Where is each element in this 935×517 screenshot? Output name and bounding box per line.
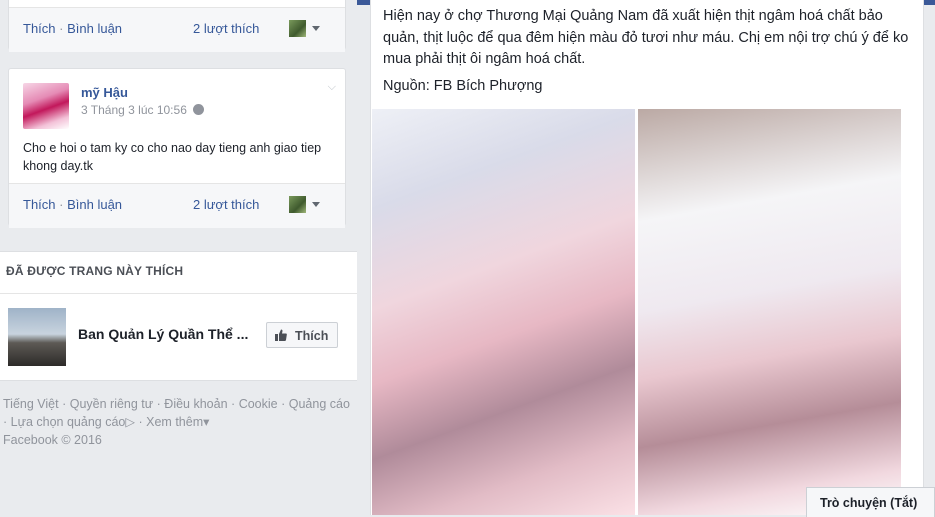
liked-page-thumbnail[interactable] [8, 308, 66, 366]
footer-link-ad-choices[interactable]: Lựa chọn quảng cáo [11, 415, 126, 429]
thumbs-up-icon [275, 329, 287, 341]
post-action-links: Thích · Bình luận [23, 197, 122, 212]
post-action-links: Thích · Bình luận [23, 21, 122, 36]
page-avatar-small[interactable] [289, 196, 306, 213]
chevron-down-icon[interactable] [312, 202, 320, 207]
separator-dot: · [156, 397, 161, 411]
page-avatar-small[interactable] [289, 20, 306, 37]
post-timestamp[interactable]: 3 Tháng 3 lúc 10:56 [81, 103, 205, 117]
likes-count-link[interactable]: 2 lượt thích [193, 21, 259, 36]
footer-link-language[interactable]: Tiếng Việt [3, 397, 59, 411]
timestamp-text: 3 Tháng 3 lúc 10:56 [81, 103, 187, 117]
author-name[interactable]: mỹ Hậu [81, 85, 128, 100]
footer-link-terms[interactable]: Điều khoản [164, 397, 227, 411]
liked-page-name[interactable]: Ban Quản Lý Quần Thể ... [78, 326, 248, 342]
footer-copyright: Facebook © 2016 [3, 433, 102, 447]
globe-icon [193, 104, 205, 115]
post-action-row: Thích · Bình luận 2 lượt thích [9, 183, 345, 228]
main-post-text: Hiện nay ở chợ Thương Mại Quảng Nam đã x… [383, 8, 909, 67]
liked-pages-heading: ĐÃ ĐƯỢC TRANG NÀY THÍCH [6, 264, 184, 278]
separator-dot: · [59, 197, 64, 212]
footer-links: Tiếng Việt · Quyền riêng tư · Điều khoản… [3, 395, 353, 449]
footer-link-cookie[interactable]: Cookie [239, 397, 278, 411]
post-card-previous: Thích · Bình luận 2 lượt thích [8, 0, 346, 52]
footer-link-ads[interactable]: Quảng cáo [289, 397, 350, 411]
comment-link[interactable]: Bình luận [67, 197, 122, 212]
left-column: Thích · Bình luận 2 lượt thích mỹ Hậu 3 … [0, 0, 357, 515]
separator-dot: · [231, 397, 236, 411]
chat-tab-label: Trò chuyện (Tắt) [820, 496, 918, 510]
main-post-card: Hiện nay ở chợ Thương Mại Quảng Nam đã x… [370, 0, 924, 515]
separator-dot: · [138, 415, 143, 429]
chevron-down-icon[interactable] [312, 26, 320, 31]
like-button-label: Thích [295, 329, 329, 343]
comment-link[interactable]: Bình luận [67, 21, 122, 36]
likes-count-link[interactable]: 2 lượt thích [193, 197, 259, 212]
separator-dot: · [62, 397, 67, 411]
footer-link-more[interactable]: Xem thêm [146, 415, 203, 429]
like-link[interactable]: Thích [23, 21, 56, 36]
liked-pages-card: ĐÃ ĐƯỢC TRANG NÀY THÍCH Ban Quản Lý Quần… [0, 251, 357, 381]
like-page-button[interactable]: Thích [266, 322, 338, 348]
footer-link-privacy[interactable]: Quyền riêng tư [70, 397, 153, 411]
post-card-my-hau: mỹ Hậu 3 Tháng 3 lúc 10:56 ⌵ Cho e hoi o… [8, 68, 346, 228]
post-photo-1[interactable] [372, 109, 635, 515]
divider [0, 293, 357, 294]
separator-dot: · [59, 21, 64, 36]
post-options-chevron-icon[interactable]: ⌵ [328, 81, 336, 94]
post-photo-2[interactable] [638, 109, 901, 515]
ad-choices-icon: ▷ [125, 415, 135, 429]
chat-tab[interactable]: Trò chuyện (Tắt) [806, 487, 935, 517]
post-source-text: Nguồn: FB Bích Phượng [383, 78, 543, 94]
like-link[interactable]: Thích [23, 197, 56, 212]
separator-dot: · [281, 397, 286, 411]
author-avatar[interactable] [23, 83, 69, 129]
caret-down-icon: ▾ [203, 415, 210, 429]
post-body-text: Cho e hoi o tam ky co cho nao day tieng … [23, 141, 322, 173]
separator-dot: · [3, 415, 8, 429]
post-action-row: Thích · Bình luận 2 lượt thích [9, 7, 345, 52]
